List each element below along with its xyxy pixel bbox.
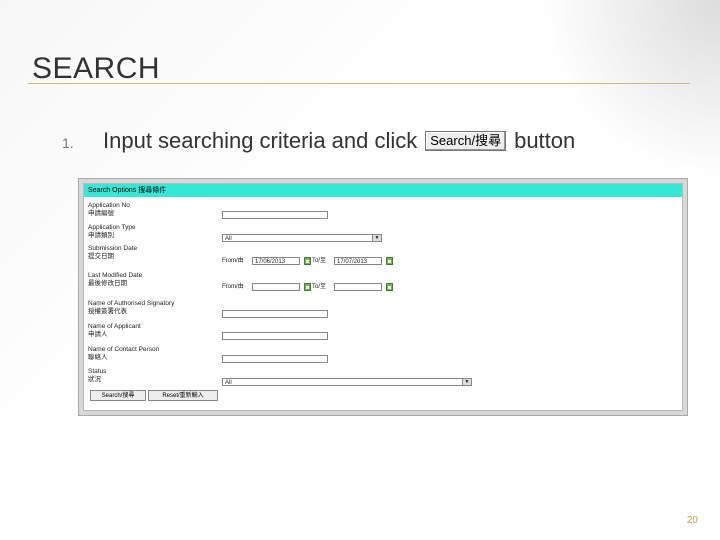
application-no-input[interactable] bbox=[222, 211, 328, 219]
title-divider bbox=[28, 83, 690, 84]
signatory-label: Name of Authorised Signatory bbox=[88, 300, 175, 307]
calendar-icon[interactable] bbox=[386, 257, 393, 265]
instruction-line: Input searching criteria and click Searc… bbox=[103, 128, 575, 154]
screenshot-frame: Search Options 搜尋條件 Application No 申請編號 … bbox=[78, 178, 688, 416]
application-type-select[interactable]: All ▼ bbox=[222, 234, 382, 242]
bullet-number: 1. bbox=[62, 135, 74, 151]
inline-search-button-image: Search/搜尋 bbox=[425, 131, 507, 151]
calendar-icon[interactable] bbox=[304, 257, 311, 265]
application-no-label: Application No bbox=[88, 202, 130, 209]
last-modified-from-label: From/由 bbox=[222, 284, 244, 290]
calendar-icon[interactable] bbox=[304, 283, 311, 291]
application-type-label-zh: 申請類別 bbox=[88, 232, 114, 239]
application-type-value: All bbox=[225, 236, 232, 242]
status-label: Status bbox=[88, 368, 107, 375]
submission-to-input[interactable]: 17/07/2013 bbox=[334, 257, 382, 265]
submission-date-label-zh: 提交日期 bbox=[88, 253, 114, 260]
panel-header: Search Options 搜尋條件 bbox=[84, 184, 682, 197]
submission-to-label: To/至 bbox=[312, 258, 327, 264]
calendar-icon[interactable] bbox=[386, 283, 393, 291]
status-value: All bbox=[225, 380, 232, 386]
status-select[interactable]: All ▼ bbox=[222, 378, 472, 386]
chevron-down-icon: ▼ bbox=[462, 379, 471, 385]
submission-from-input[interactable]: 17/06/2013 bbox=[252, 257, 300, 265]
application-type-label: Application Type bbox=[88, 224, 136, 231]
contact-label: Name of Contact Person bbox=[88, 346, 160, 353]
reset-button[interactable]: Reset/重新輸入 bbox=[148, 390, 218, 401]
chevron-down-icon: ▼ bbox=[372, 235, 381, 241]
contact-person-input[interactable] bbox=[222, 355, 328, 363]
applicant-label-zh: 申請人 bbox=[88, 331, 108, 338]
applicant-label: Name of Applicant bbox=[88, 323, 141, 330]
submission-from-label: From/由 bbox=[222, 258, 244, 264]
last-modified-label: Last Modified Date bbox=[88, 272, 143, 279]
last-modified-to-input[interactable] bbox=[334, 283, 382, 291]
search-options-panel: Search Options 搜尋條件 Application No 申請編號 … bbox=[83, 183, 683, 411]
last-modified-label-zh: 最後修改日期 bbox=[88, 280, 127, 287]
last-modified-to-label: To/至 bbox=[312, 284, 327, 290]
applicant-input[interactable] bbox=[222, 332, 328, 340]
slide-title: SEARCH bbox=[32, 52, 161, 85]
instruction-text: Input searching criteria and click bbox=[103, 128, 418, 153]
signatory-input[interactable] bbox=[222, 310, 328, 318]
submission-date-label: Submission Date bbox=[88, 245, 138, 252]
application-no-label-zh: 申請編號 bbox=[88, 210, 114, 217]
search-button[interactable]: Search/搜尋 bbox=[90, 390, 146, 401]
last-modified-from-input[interactable] bbox=[252, 283, 300, 291]
signatory-label-zh: 授權簽署代表 bbox=[88, 308, 127, 315]
instruction-text-end: button bbox=[514, 128, 576, 153]
contact-label-zh: 聯絡人 bbox=[88, 354, 108, 361]
page-number: 20 bbox=[686, 515, 698, 526]
status-label-zh: 狀況 bbox=[88, 376, 101, 383]
